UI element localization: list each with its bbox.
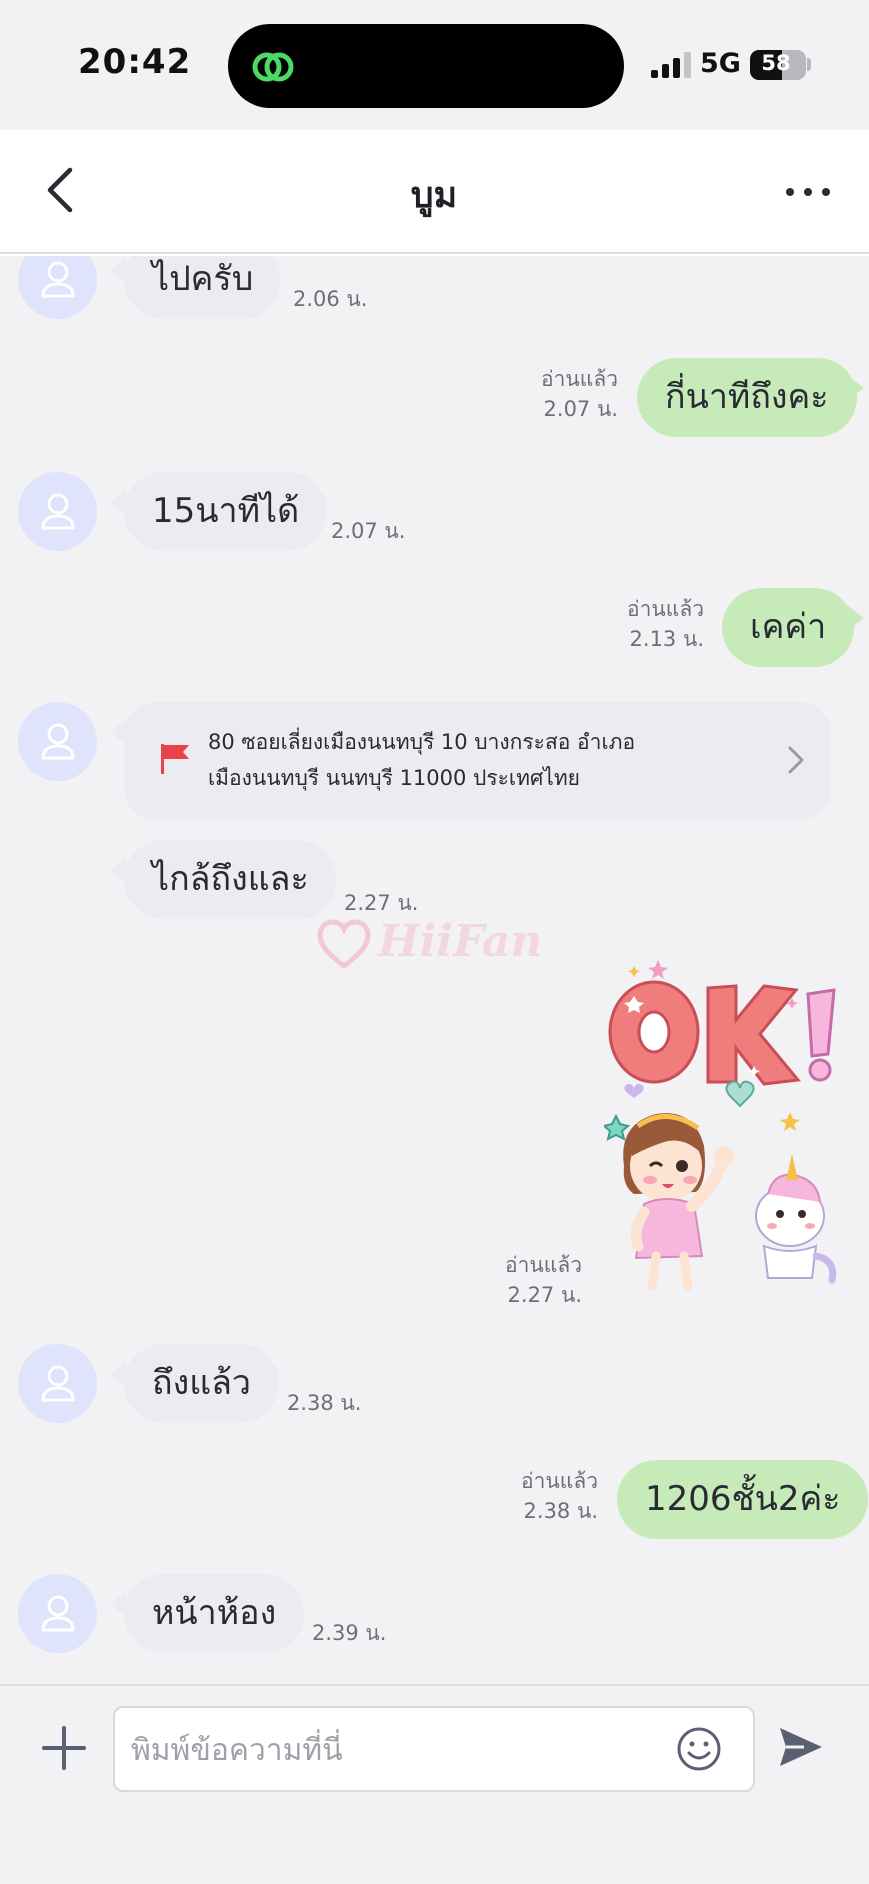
plus-icon[interactable] xyxy=(40,1724,88,1772)
message-row: หน้าห้อง 2.39 น. xyxy=(0,1574,869,1664)
status-time: 20:42 xyxy=(78,42,192,82)
avatar[interactable] xyxy=(18,702,97,781)
network-type: 5G xyxy=(700,48,741,79)
message-row: 80 ซอยเลี่ยงเมืองนนทบุรี 10 บางกระสอ อำเ… xyxy=(0,702,869,826)
message-time: 2.27 น. xyxy=(507,1283,582,1307)
battery-percent: 58 xyxy=(761,51,791,75)
ok-sticker[interactable] xyxy=(604,956,854,1296)
message-row: อ่านแล้ว 2.07 น. กี่นาทีถึงคะ xyxy=(0,358,869,448)
message-bubble[interactable]: ไปครับ xyxy=(124,256,282,319)
location-address-line2: เมืองนนทบุรี นนทบุรี 11000 ประเทศไทย xyxy=(208,766,580,790)
message-bubble[interactable]: กี่นาทีถึงคะ xyxy=(637,358,857,437)
battery-icon: 58 xyxy=(750,50,806,80)
location-address-line1: 80 ซอยเลี่ยงเมืองนนทบุรี 10 บางกระสอ อำเ… xyxy=(208,730,636,754)
battery-tip xyxy=(807,58,811,71)
smiley-icon[interactable] xyxy=(675,1725,723,1773)
avatar[interactable] xyxy=(18,472,97,551)
user-icon xyxy=(41,723,75,760)
avatar[interactable] xyxy=(18,1344,97,1423)
cellular-signal-icon xyxy=(651,52,693,78)
flag-icon xyxy=(161,744,189,774)
message-input[interactable] xyxy=(131,1724,651,1776)
message-time: 2.07 น. xyxy=(543,397,618,421)
chevron-right-icon xyxy=(788,746,804,774)
unicorn-character xyxy=(755,1154,837,1284)
read-receipt: อ่านแล้ว xyxy=(521,1469,598,1493)
avatar[interactable] xyxy=(18,256,97,319)
dynamic-island xyxy=(228,24,624,108)
chat-title: บูม xyxy=(410,175,458,216)
message-bubble[interactable]: 1206ชั้น2ค่ะ xyxy=(617,1460,869,1539)
message-row: ไปครับ 2.06 น. xyxy=(0,256,869,330)
message-row: อ่านแล้ว 2.13 น. เคค่า xyxy=(0,588,869,678)
girl-character xyxy=(604,1113,734,1291)
send-icon[interactable] xyxy=(776,1722,826,1772)
status-bar: 20:42 5G 58 xyxy=(0,0,869,130)
message-bubble[interactable]: ไกล้ถึงและ xyxy=(124,840,337,919)
user-icon xyxy=(41,1365,75,1402)
chat-history[interactable]: ไปครับ 2.06 น. อ่านแล้ว 2.07 น. กี่นาทีถ… xyxy=(0,256,869,1684)
message-bubble[interactable]: ถึงแล้ว xyxy=(124,1344,280,1423)
read-receipt: อ่านแล้ว xyxy=(627,597,704,621)
message-bubble[interactable]: หน้าห้อง xyxy=(124,1574,305,1653)
user-icon xyxy=(41,261,75,298)
read-receipt: อ่านแล้ว xyxy=(541,367,618,391)
message-time: 2.38 น. xyxy=(523,1499,598,1523)
message-time: 2.13 น. xyxy=(629,627,704,651)
chevron-left-icon[interactable] xyxy=(36,160,86,220)
message-time: 2.38 น. xyxy=(287,1391,362,1415)
location-address: 80 ซอยเลี่ยงเมืองนนทบุรี 10 บางกระสอ อำเ… xyxy=(208,724,768,796)
message-time: 2.06 น. xyxy=(293,287,368,311)
message-input-box[interactable] xyxy=(113,1706,755,1792)
ok-lettering xyxy=(608,980,836,1086)
chat-header: บูม xyxy=(0,130,869,254)
location-card[interactable]: 80 ซอยเลี่ยงเมืองนนทบุรี 10 บางกระสอ อำเ… xyxy=(124,702,831,820)
message-bubble[interactable]: เคค่า xyxy=(722,588,855,667)
user-icon xyxy=(41,493,75,530)
read-receipt: อ่านแล้ว xyxy=(505,1253,582,1277)
ellipsis-icon[interactable] xyxy=(782,180,834,204)
message-bubble[interactable]: 15นาทีได้ xyxy=(124,472,328,551)
message-time: 2.39 น. xyxy=(312,1621,387,1645)
link-activity-icon xyxy=(252,52,294,82)
message-row: อ่านแล้ว 2.38 น. 1206ชั้น2ค่ะ xyxy=(0,1460,869,1550)
message-time: 2.07 น. xyxy=(331,519,406,543)
avatar[interactable] xyxy=(18,1574,97,1653)
message-row: 15นาทีได้ 2.07 น. xyxy=(0,472,869,562)
user-icon xyxy=(41,1595,75,1632)
message-input-bar xyxy=(0,1684,869,1884)
message-row: ถึงแล้ว 2.38 น. xyxy=(0,1344,869,1434)
